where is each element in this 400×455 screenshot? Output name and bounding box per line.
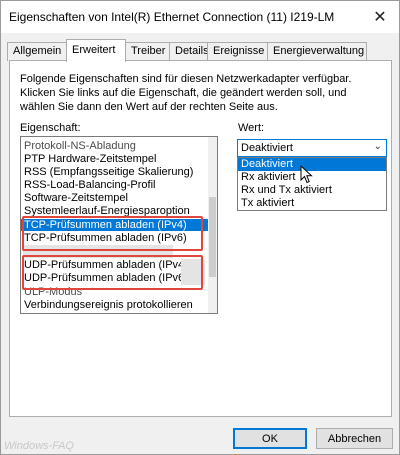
tab-energieverwaltung[interactable]: Energieverwaltung <box>267 42 367 61</box>
property-label: Eigenschaft: <box>20 122 81 134</box>
list-item[interactable]: UDP-Prüfsummen abladen (IPv6) <box>24 272 188 284</box>
list-item[interactable]: ULP-Modus <box>24 286 82 298</box>
chevron-down-icon[interactable]: ⌄ <box>374 141 382 152</box>
tab-erweitert[interactable]: Erweitert <box>66 39 126 62</box>
list-item[interactable]: Protokoll-NS-Abladung <box>24 140 136 152</box>
cancel-button[interactable]: Abbrechen <box>316 428 393 449</box>
blurred-row <box>23 245 173 258</box>
list-item[interactable]: Software-Zeitstempel <box>24 192 128 204</box>
listbox-scrollbar[interactable] <box>208 137 217 313</box>
property-listbox[interactable]: Protokoll-NS-Abladung PTP Hardware-Zeits… <box>20 136 218 314</box>
list-item[interactable]: RSS-Load-Balancing-Profil <box>24 179 155 191</box>
dropdown-option-tx[interactable]: Tx aktiviert <box>238 197 386 210</box>
list-item-selected[interactable]: TCP-Prüfsummen abladen (IPv4) <box>21 219 217 231</box>
combobox-value: Deaktiviert <box>241 142 293 154</box>
list-item[interactable]: Verbindungsereignis protokollieren <box>24 299 193 311</box>
dropdown-option-rx-tx[interactable]: Rx und Tx aktiviert <box>238 184 386 197</box>
ok-button[interactable]: OK <box>233 428 307 449</box>
value-combobox[interactable]: Deaktiviert ⌄ <box>237 139 387 157</box>
close-icon[interactable]: ✕ <box>365 5 395 29</box>
list-item[interactable]: Systemleerlauf-Energiesparoption <box>24 205 190 217</box>
mouse-pointer-icon <box>300 165 313 184</box>
properties-dialog: Eigenschaften von Intel(R) Ethernet Conn… <box>0 0 400 455</box>
watermark: Windows-FAQ <box>4 440 74 452</box>
value-label: Wert: <box>238 122 265 134</box>
tab-allgemein[interactable]: Allgemein <box>7 42 67 61</box>
title-bar: Eigenschaften von Intel(R) Ethernet Conn… <box>1 1 399 33</box>
list-item[interactable]: RSS (Empfangsseitige Skalierung) <box>24 166 193 178</box>
tab-details[interactable]: Details <box>169 42 209 61</box>
list-item[interactable]: UDP-Prüfsummen abladen (IPv4) <box>24 259 188 271</box>
list-item[interactable]: PTP Hardware-Zeitstempel <box>24 153 156 165</box>
tab-ereignisse[interactable]: Ereignisse <box>207 42 268 61</box>
tab-treiber[interactable]: Treiber <box>125 42 170 61</box>
description-text: Folgende Eigenschaften sind für diesen N… <box>20 73 352 113</box>
blurred-area <box>181 259 205 285</box>
list-item[interactable]: TCP-Prüfsummen abladen (IPv6) <box>24 232 187 244</box>
scroll-thumb[interactable] <box>209 197 216 277</box>
window-title: Eigenschaften von Intel(R) Ethernet Conn… <box>9 10 335 24</box>
